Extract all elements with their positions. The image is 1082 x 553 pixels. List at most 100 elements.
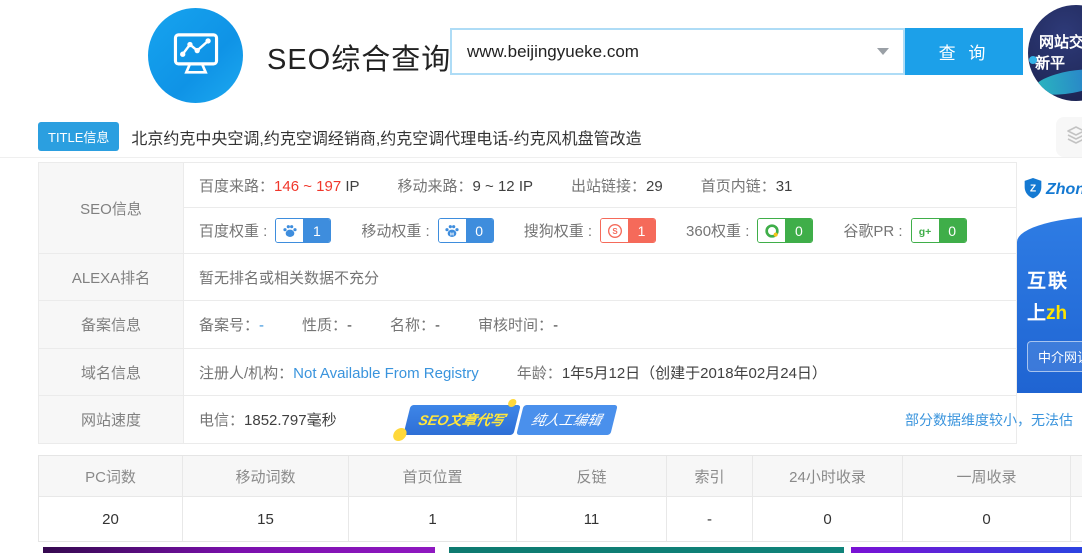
beian-row: 备案信息 备案号：- 性质：- 名称：- 审核时间：- [39, 301, 1016, 349]
title-info-row: TITLE信息 北京约克中央空调,约克空调经销商,约克空调代理电话-约克风机盘管… [38, 122, 642, 151]
svg-text:g+: g+ [919, 225, 932, 237]
svg-text:S: S [612, 227, 618, 236]
beian-content: 备案号：- 性质：- 名称：- 审核时间：- [184, 301, 1016, 348]
speed-row: 网站速度 电信：1852.797毫秒 SEO文章代写 纯人工编辑 [39, 396, 1016, 444]
col-header-index: 索引 [667, 456, 753, 496]
shield-icon: Z [1023, 177, 1043, 204]
seo-query-page: SEO综合查询 查 询 网站交 新平 TITLE信息 北京约克中央空调,约克空调… [0, 0, 1082, 553]
ad-line2: 上zh [1027, 298, 1082, 325]
search-input[interactable] [452, 42, 903, 62]
floating-toolbar-button[interactable] [1056, 117, 1082, 157]
page-title: SEO综合查询 [267, 36, 451, 78]
beian-name: 名称：- [390, 314, 440, 335]
promo-part2: 纯人工编辑 [515, 405, 616, 435]
mobile-weight-badge[interactable]: M 0 [438, 218, 494, 243]
baidu-weight-badge[interactable]: 1 [275, 218, 331, 243]
value-mobile-words: 15 [183, 497, 349, 541]
sogou-icon: S [601, 219, 628, 242]
col-header-week-included: 一周收录 [903, 456, 1071, 496]
mobile-weight: 移动权重 : M 0 [361, 218, 493, 243]
ad-line1: 互联 [1027, 266, 1082, 293]
promo-part1: SEO文章代写 [403, 405, 520, 435]
badge-line2: 新平 [1035, 52, 1065, 73]
alexa-row: ALEXA排名 暂无排名或相关数据不充分 [39, 254, 1016, 301]
row-label-alexa: ALEXA排名 [39, 254, 184, 300]
col-header-pc-words: PC词数 [39, 456, 183, 496]
speed-content: 电信：1852.797毫秒 SEO文章代写 纯人工编辑 [184, 396, 1016, 443]
ad-logo-text: Zhong. [1046, 181, 1082, 199]
keyword-table-header: PC词数 移动词数 首页位置 反链 索引 24小时收录 一周收录 [39, 456, 1082, 496]
value-index: - [667, 497, 753, 541]
chevron-down-icon[interactable] [877, 48, 889, 55]
keyword-table-values: 20 15 1 11 - 0 0 [39, 496, 1082, 541]
section-divider [0, 157, 1082, 158]
col-header-home-position: 首页位置 [349, 456, 517, 496]
search-box [450, 28, 905, 75]
seo-info-content: 百度来路：146 ~ 197 IP 移动来路：9 ~ 12 IP 出站链接：29… [184, 163, 1016, 253]
site-trade-badge[interactable]: 网站交 新平 [1028, 5, 1082, 101]
domain-content: 注册人/机构：Not Available From Registry 年龄：1年… [184, 349, 1016, 395]
value-24h-included: 0 [753, 497, 903, 541]
sogou-weight: 搜狗权重 : S 1 [524, 218, 656, 243]
value-pc-words: 20 [39, 497, 183, 541]
ad-footer-button[interactable]: 中介网让 [1027, 341, 1082, 372]
domain-age: 年龄：1年5月12日（创建于2018年02月24日） [517, 362, 827, 383]
360-weight-badge[interactable]: 0 [757, 218, 813, 243]
baidu-mobile-paw-icon: M [439, 219, 466, 242]
col-header-extra [1071, 456, 1082, 496]
ad-logo-area: Z Zhong. [1017, 164, 1082, 216]
site-logo [148, 8, 243, 103]
keyword-stats-table: PC词数 移动词数 首页位置 反链 索引 24小时收录 一周收录 20 15 1… [38, 455, 1082, 542]
value-home-position: 1 [349, 497, 517, 541]
value-backlinks: 11 [517, 497, 667, 541]
weights-line: 百度权重 : 1 移动权重 : M [184, 208, 1016, 253]
registrant: 注册人/机构：Not Available From Registry [199, 362, 479, 383]
360-weight: 360权重 : 0 [686, 218, 813, 243]
monitor-chart-icon [167, 24, 225, 87]
row-label-beian: 备案信息 [39, 301, 184, 348]
title-info-badge: TITLE信息 [38, 122, 119, 151]
badge-line1: 网站交 [1039, 31, 1082, 52]
bottom-bar-purple [43, 547, 435, 553]
row-label-seo: SEO信息 [39, 163, 184, 253]
registrant-link[interactable]: Not Available From Registry [293, 365, 479, 382]
layers-icon [1064, 123, 1082, 152]
beian-nature: 性质：- [302, 314, 352, 335]
zhong-ad-banner[interactable]: Z Zhong. 互联 上zh 中介网让 [1017, 164, 1082, 393]
data-note-link[interactable]: 部分数据维度较小，无法估 [905, 410, 1073, 430]
telecom-speed: 电信：1852.797毫秒 [199, 409, 337, 430]
domain-row: 域名信息 注册人/机构：Not Available From Registry … [39, 349, 1016, 396]
promo-dot-decor [391, 428, 407, 441]
col-header-backlinks: 反链 [517, 456, 667, 496]
traffic-line: 百度来路：146 ~ 197 IP 移动来路：9 ~ 12 IP 出站链接：29… [184, 163, 1016, 208]
ad-panel: 互联 上zh 中介网让 [1017, 216, 1082, 393]
site-info-table: SEO信息 百度来路：146 ~ 197 IP 移动来路：9 ~ 12 IP 出… [38, 162, 1017, 444]
ad-inner: Z Zhong. 互联 上zh 中介网让 [1017, 164, 1082, 393]
col-header-mobile-words: 移动词数 [183, 456, 349, 496]
value-extra [1071, 497, 1082, 541]
beian-audit-time: 审核时间：- [478, 314, 558, 335]
google-pr: 谷歌PR : g+ 0 [843, 218, 966, 243]
badge-dot-decor [1029, 56, 1037, 64]
sogou-weight-badge[interactable]: S 1 [600, 218, 656, 243]
bottom-bar-teal [449, 547, 844, 553]
seo-info-row: SEO信息 百度来路：146 ~ 197 IP 移动来路：9 ~ 12 IP 出… [39, 163, 1016, 254]
svg-text:M: M [450, 231, 454, 236]
baidu-weight: 百度权重 : 1 [199, 218, 331, 243]
bottom-bar-blue [851, 547, 1082, 553]
svg-text:Z: Z [1030, 183, 1036, 194]
homepage-inner-links: 首页内链：31 [701, 175, 793, 196]
360-icon [758, 219, 785, 242]
col-header-24h-included: 24小时收录 [753, 456, 903, 496]
query-button[interactable]: 查 询 [905, 28, 1023, 75]
google-plus-icon: g+ [912, 219, 939, 242]
alexa-content: 暂无排名或相关数据不充分 [184, 254, 1016, 300]
row-label-domain: 域名信息 [39, 349, 184, 395]
baidu-paw-icon [276, 219, 303, 242]
site-title-text: 北京约克中央空调,约克空调经销商,约克空调代理电话-约克风机盘管改造 [131, 125, 641, 149]
google-pr-badge[interactable]: g+ 0 [911, 218, 967, 243]
beian-number-link[interactable]: - [259, 317, 264, 334]
outbound-links: 出站链接：29 [571, 175, 663, 196]
seo-writing-promo-banner[interactable]: SEO文章代写 纯人工编辑 [403, 405, 617, 435]
row-label-speed: 网站速度 [39, 396, 184, 443]
